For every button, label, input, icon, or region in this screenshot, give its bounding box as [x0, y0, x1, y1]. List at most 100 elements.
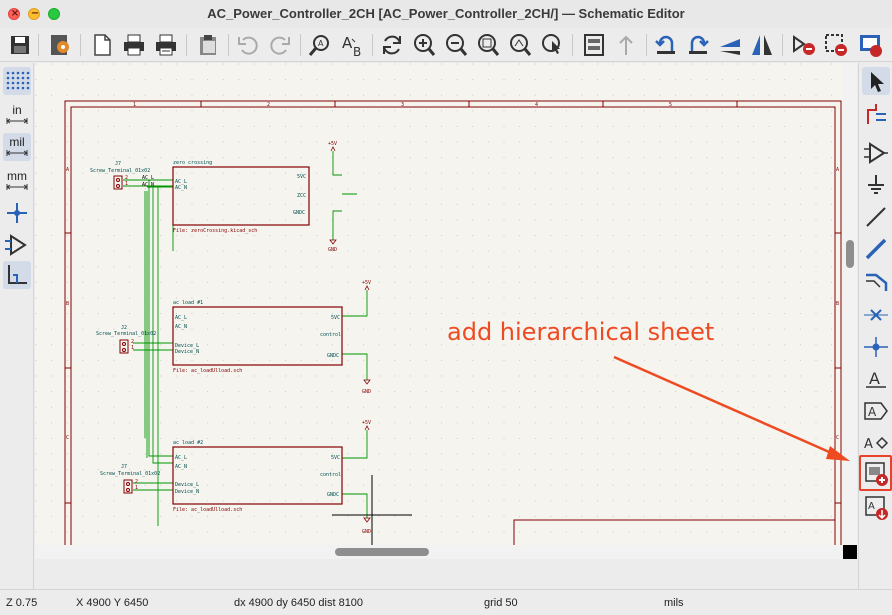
- page-settings-icon: [94, 34, 111, 56]
- show-hidden-pins-button[interactable]: [3, 231, 31, 259]
- save-button[interactable]: [6, 31, 34, 59]
- annotate-icon: [793, 35, 815, 55]
- horizontal-scrollbar[interactable]: [35, 545, 843, 559]
- toggle-grid-button[interactable]: [3, 67, 31, 95]
- ruler-arrow-icon: [6, 150, 28, 156]
- svg-text:5VC: 5VC: [297, 174, 306, 180]
- border-number-5: 5: [669, 102, 672, 108]
- refresh-button[interactable]: [378, 31, 406, 59]
- add-label-button[interactable]: A: [862, 365, 890, 393]
- border-letter-b-right: B: [836, 301, 839, 307]
- select-tool-button[interactable]: [862, 67, 890, 95]
- svg-text:File: ac_loadUlload.sch: File: ac_loadUlload.sch: [173, 368, 242, 374]
- print-button[interactable]: [120, 31, 148, 59]
- units-mm-button[interactable]: mm: [3, 167, 31, 195]
- redo-button[interactable]: [266, 31, 294, 59]
- horizontal-scroll-thumb[interactable]: [335, 548, 429, 556]
- add-no-connect-button[interactable]: [862, 301, 890, 329]
- svg-text:control: control: [320, 332, 341, 338]
- zoom-tool-icon: [542, 34, 560, 54]
- schematic-setup-button[interactable]: [46, 31, 74, 59]
- paste-button[interactable]: [194, 31, 222, 59]
- add-junction-button[interactable]: [862, 333, 890, 361]
- find-replace-button[interactable]: AB: [338, 31, 366, 59]
- title-bar: × − AC_Power_Controller_2CH [AC_Power_Co…: [0, 0, 892, 28]
- vertical-scrollbar[interactable]: [843, 63, 857, 545]
- page-settings-button[interactable]: [88, 31, 116, 59]
- svg-text:File: zeroCrossing.kicad_sch: File: zeroCrossing.kicad_sch: [173, 228, 257, 234]
- main-toolbar: A AB: [0, 28, 892, 62]
- svg-text:GND: GND: [362, 389, 371, 395]
- find-button[interactable]: A: [306, 31, 334, 59]
- svg-text:zero crossing: zero crossing: [173, 160, 212, 166]
- svg-text:ac load #2: ac load #2: [173, 440, 203, 446]
- border-letter-a-right: A: [836, 167, 839, 173]
- zoom-fit-button[interactable]: [474, 31, 502, 59]
- svg-text:AC_N: AC_N: [175, 324, 187, 330]
- svg-text:A: A: [868, 501, 875, 512]
- cursor-style-button[interactable]: [3, 199, 31, 227]
- border-letter-b: B: [66, 301, 69, 307]
- add-symbol-button[interactable]: [862, 139, 890, 167]
- schematic-canvas[interactable]: 1 2 3 4 5 A B C A B C zero crossing File…: [35, 63, 857, 545]
- hierarchy-navigator-button[interactable]: [580, 31, 608, 59]
- svg-text:5VC: 5VC: [331, 315, 340, 321]
- annotate-button[interactable]: [790, 31, 818, 59]
- svg-text:+5V: +5V: [362, 420, 371, 426]
- add-bus-entry-button[interactable]: [862, 267, 890, 295]
- svg-text:GNDC: GNDC: [327, 353, 339, 359]
- mirror-h-icon: [752, 35, 772, 55]
- global-label-icon: A: [864, 402, 888, 420]
- schematic-setup-icon: [51, 35, 69, 55]
- zoom-in-button[interactable]: [410, 31, 438, 59]
- leave-sheet-icon: [619, 35, 633, 55]
- rotate-cw-button[interactable]: [684, 31, 712, 59]
- units-mils-button[interactable]: mil: [3, 133, 31, 161]
- add-wire-button[interactable]: [862, 203, 890, 231]
- border-letter-c: C: [66, 435, 69, 441]
- mirror-vertical-button[interactable]: [716, 31, 744, 59]
- zoom-objects-icon: [510, 34, 532, 56]
- highlight-net-button[interactable]: [862, 100, 890, 128]
- svg-text:J7: J7: [121, 464, 127, 470]
- add-hierarchical-label-button[interactable]: A: [862, 429, 890, 457]
- leave-sheet-button[interactable]: [612, 31, 640, 59]
- border-letter-a: A: [66, 167, 69, 173]
- plot-button[interactable]: [152, 31, 180, 59]
- add-power-button[interactable]: [862, 171, 890, 199]
- add-hierarchical-sheet-button[interactable]: [862, 459, 890, 487]
- svg-text:Device_N: Device_N: [175, 349, 199, 355]
- zoom-out-button[interactable]: [442, 31, 470, 59]
- rotate-ccw-button[interactable]: [652, 31, 680, 59]
- no-connect-icon: [864, 309, 888, 321]
- highlight-net-icon: [867, 104, 886, 124]
- zoom-objects-button[interactable]: [506, 31, 534, 59]
- left-toolbar: in mil mm: [0, 63, 34, 589]
- svg-text:GNDC: GNDC: [327, 492, 339, 498]
- vertical-scroll-thumb[interactable]: [846, 240, 854, 268]
- symbol-editor-button[interactable]: [856, 31, 884, 59]
- mirror-horizontal-button[interactable]: [748, 31, 776, 59]
- right-toolbar: A A A A: [858, 63, 892, 589]
- import-sheet-pin-button[interactable]: A: [862, 493, 890, 521]
- svg-text:AC_N: AC_N: [142, 182, 154, 188]
- import-sheet-pin-icon: A: [865, 496, 888, 520]
- ruler-arrow-icon: [6, 118, 28, 124]
- zoom-tool-button[interactable]: [538, 31, 566, 59]
- undo-button[interactable]: [234, 31, 262, 59]
- svg-text:GND: GND: [328, 247, 337, 253]
- add-bus-button[interactable]: [862, 235, 890, 263]
- window-title: AC_Power_Controller_2CH [AC_Power_Contro…: [207, 6, 685, 21]
- svg-text:Screw_Terminal_01x02: Screw_Terminal_01x02: [96, 331, 156, 337]
- find-icon: A: [308, 35, 329, 56]
- hierarchical-label-icon: A: [864, 436, 889, 452]
- cursor-delta: dx 4900 dy 6450 dist 8100: [234, 597, 364, 609]
- units-inches-button[interactable]: in: [3, 101, 31, 129]
- svg-text:1: 1: [135, 485, 138, 491]
- add-global-label-button[interactable]: A: [862, 397, 890, 425]
- erc-button[interactable]: [822, 31, 850, 59]
- symbol-editor-icon: [860, 35, 882, 57]
- svg-text:control: control: [320, 472, 341, 478]
- line-mode-button[interactable]: [3, 261, 31, 289]
- erc-icon: [825, 34, 847, 56]
